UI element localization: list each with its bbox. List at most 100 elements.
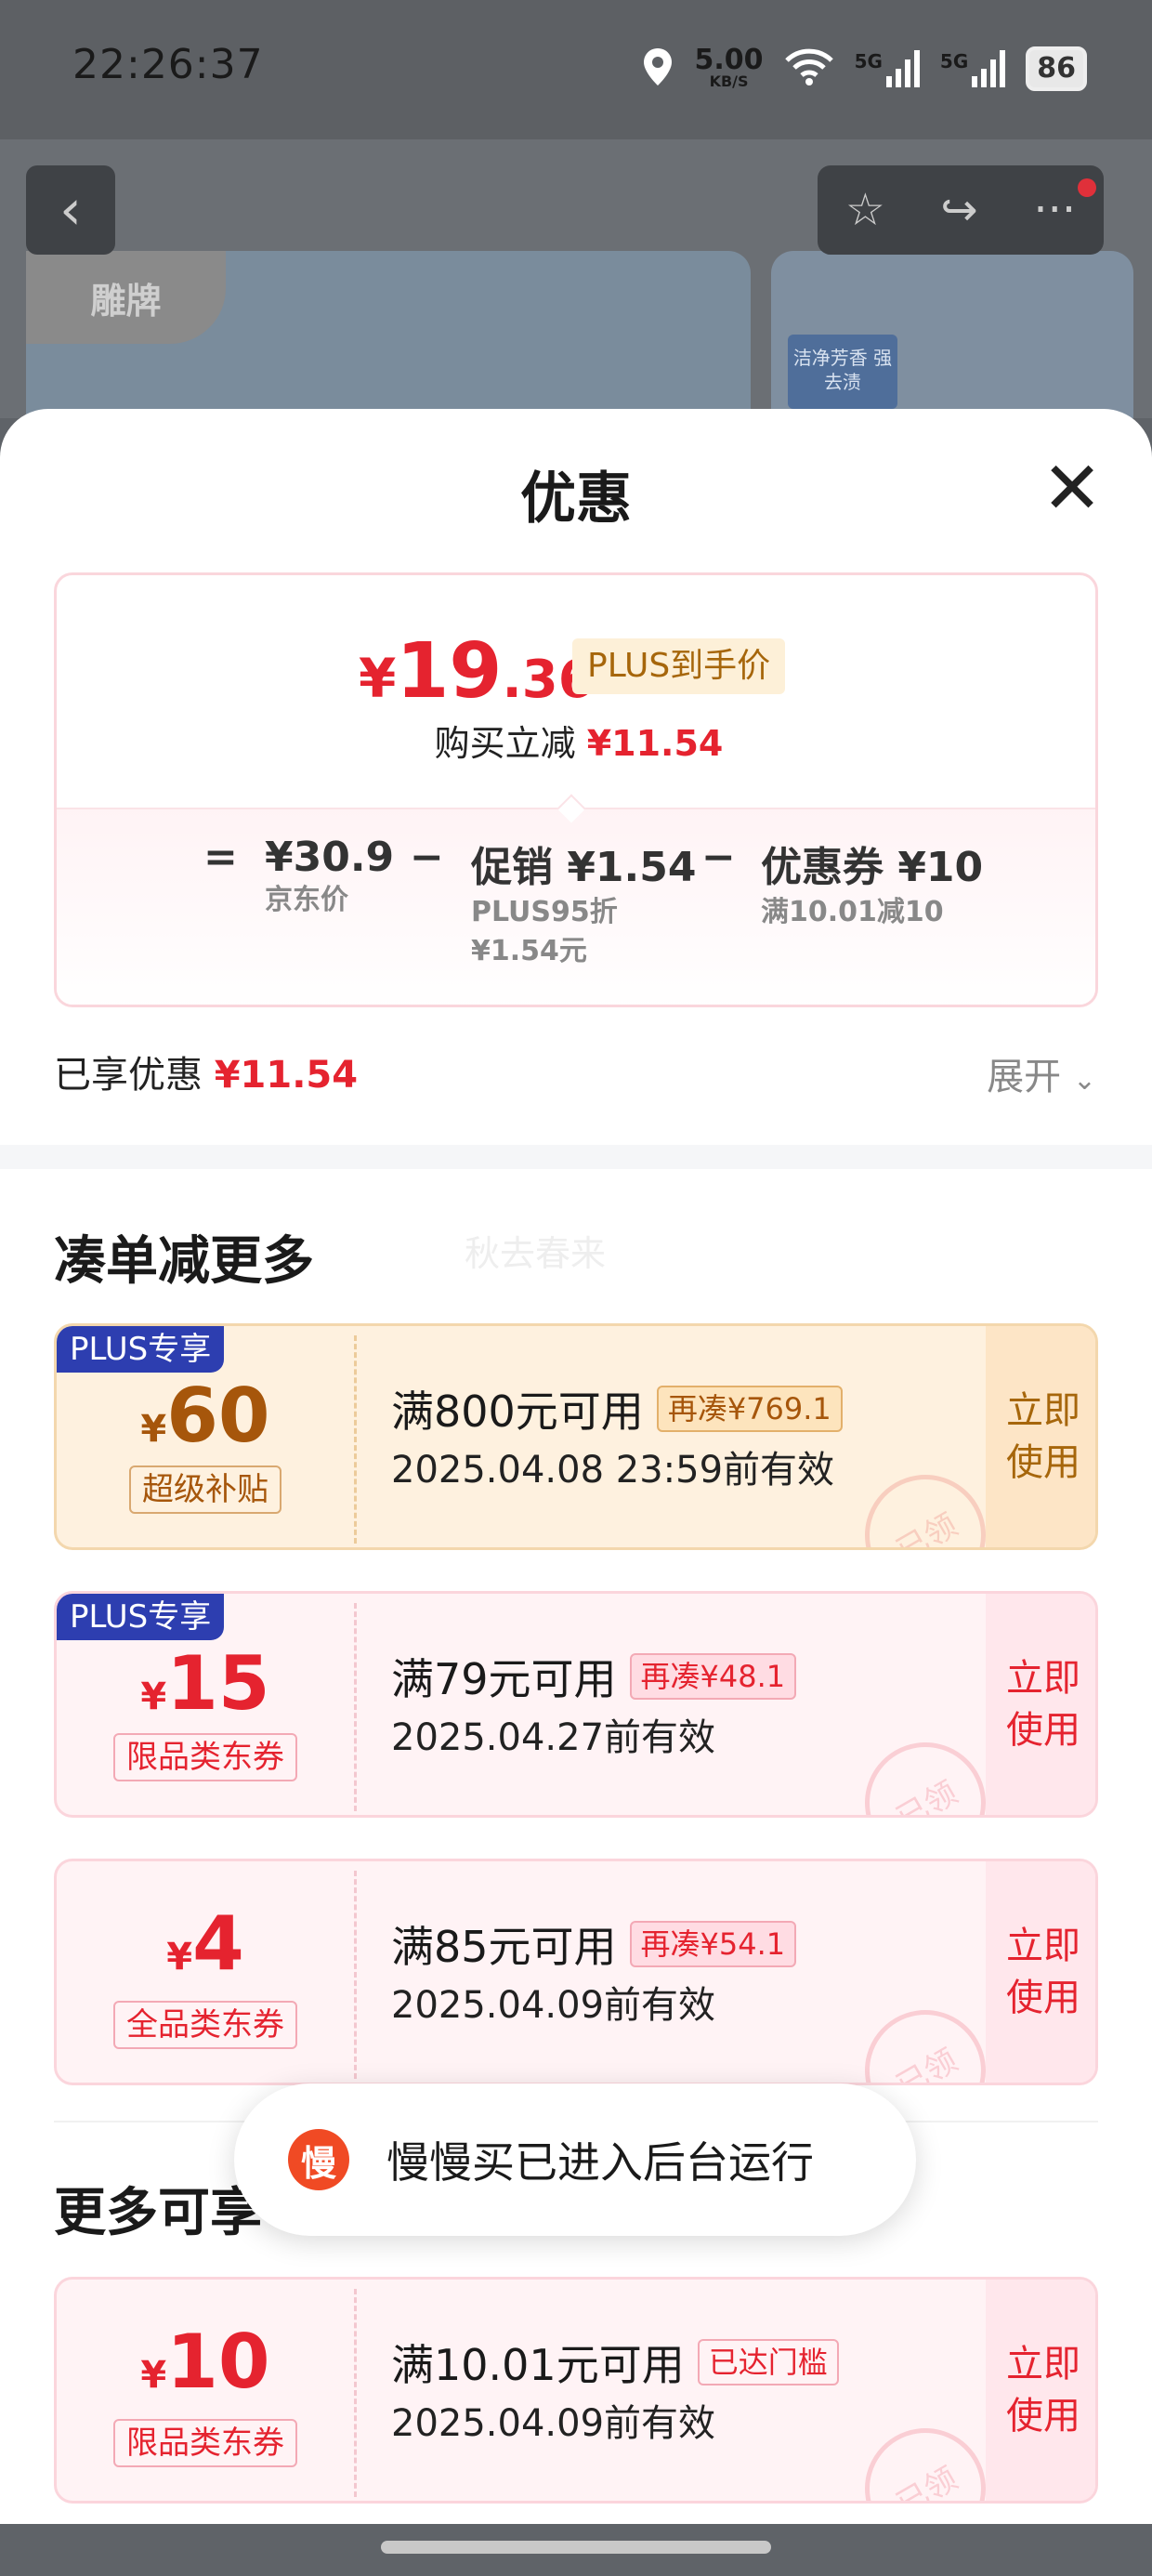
coupon-condition: 满10.01元可用 已达门槛 xyxy=(391,2332,839,2393)
coupon-type: 超级补贴 xyxy=(57,1465,354,1514)
plus-exclusive-badge: PLUS专享 xyxy=(57,1594,225,1640)
signal-icon-1: 5G xyxy=(855,50,920,87)
home-indicator[interactable] xyxy=(381,2541,771,2554)
use-now-label: 立即使用 xyxy=(1006,1925,1080,2019)
promo-amount: 促销 ¥1.54 xyxy=(471,844,697,891)
coupon-value: 15 xyxy=(166,1640,270,1727)
coupon-card: PLUS专享 ¥15 限品类东券 满79元可用 再凑¥48.1 2025.04.2… xyxy=(54,1591,1098,1818)
promo-block: 促销 ¥1.54 PLUS95折 ¥1.54元 xyxy=(471,834,697,971)
coupon-block: 优惠券 ¥10 满10.01减10 xyxy=(761,834,983,932)
jd-price: ¥30.9 xyxy=(265,834,395,881)
price-summary-card: ¥19.36 PLUS到手价 购买立减 ¥11.54 = ¥30.9 京东价 −… xyxy=(54,572,1098,1007)
coupon-yen: ¥ xyxy=(140,1676,167,1718)
section-title-more-savings: 凑单减更多 xyxy=(54,1231,314,1292)
coupon-value: 60 xyxy=(166,1373,270,1459)
chevron-left-icon: ‹ xyxy=(59,177,82,243)
expand-button[interactable]: 展开 ⌄ xyxy=(987,1046,1096,1100)
purchase-reduction: 购买立减 ¥11.54 xyxy=(57,715,1095,766)
minus-sign-2: − xyxy=(701,834,736,881)
final-price: ¥19.36 xyxy=(359,627,595,716)
coupon-type-label: 限品类东券 xyxy=(113,1733,297,1781)
reduction-label: 购买立减 xyxy=(434,723,576,764)
final-price-yen: ¥ xyxy=(359,647,397,710)
signal2-label: 5G xyxy=(939,50,969,72)
coupon-type: 全品类东券 xyxy=(57,2001,354,2049)
app-logo-icon: 慢 xyxy=(288,2129,349,2190)
product-feature-tag: 洁净芳香 强去渍 xyxy=(788,335,897,409)
promo-detail-amount: ¥1.54元 xyxy=(471,935,587,967)
coupon-gap-tag: 再凑¥769.1 xyxy=(656,1386,843,1432)
coupon-gap-tag: 再凑¥54.1 xyxy=(629,1921,797,1967)
coupon-perforation xyxy=(354,2289,357,2497)
coupon-perforation xyxy=(354,1603,357,1811)
coupon-amount: ¥4 xyxy=(57,1902,354,1986)
location-icon xyxy=(641,46,674,91)
coupon-type-label: 限品类东券 xyxy=(113,2419,297,2467)
coupon-value: 4 xyxy=(192,1900,244,1987)
close-icon[interactable]: ✕ xyxy=(1041,453,1104,525)
claimed-stamp: 已领 xyxy=(843,2406,1008,2501)
coupon-type-label: 超级补贴 xyxy=(129,1465,281,1514)
equals-sign: = xyxy=(203,834,238,881)
section-title-more-available: 更多可享 xyxy=(54,2183,262,2243)
share-icon[interactable]: ↪ xyxy=(941,184,978,236)
jd-price-block: ¥30.9 京东价 xyxy=(265,834,394,920)
reduction-amount: ¥11.54 xyxy=(586,723,724,764)
expand-label: 展开 xyxy=(987,1056,1062,1098)
status-time: 22:26:37 xyxy=(72,41,264,88)
use-now-button[interactable]: 立即使用 xyxy=(986,1861,1095,2083)
use-now-label: 立即使用 xyxy=(1006,2343,1080,2438)
sheet-title: 优惠 xyxy=(520,467,632,532)
watermark: 秋去春来 xyxy=(465,1233,607,1274)
minus-sign-1: − xyxy=(410,834,444,881)
chevron-down-icon: ⌄ xyxy=(1072,1064,1096,1097)
coupon-condition-text: 满85元可用 xyxy=(391,1922,617,1972)
coupon-expiry: 2025.04.27前有效 xyxy=(391,1716,716,1759)
coupon-condition-text: 满79元可用 xyxy=(391,1654,617,1704)
favorite-star-icon[interactable]: ☆ xyxy=(845,184,885,236)
coupon-condition-text: 满10.01元可用 xyxy=(391,2340,685,2390)
coupon-yen: ¥ xyxy=(166,1936,193,1978)
coupon-expiry: 2025.04.08 23:59前有效 xyxy=(391,1449,835,1492)
battery-indicator: 86 xyxy=(1026,46,1087,91)
coupon-amount: ¥10 xyxy=(57,2320,354,2404)
use-now-button[interactable]: 立即使用 xyxy=(986,2280,1095,2501)
claimed-stamp: 已领 xyxy=(843,1988,1008,2083)
net-speed: 5.00 KB/S xyxy=(695,46,764,90)
coupon-yen: ¥ xyxy=(140,1408,167,1451)
plus-exclusive-badge: PLUS专享 xyxy=(57,1326,225,1373)
use-now-button[interactable]: 立即使用 xyxy=(986,1326,1095,1547)
use-now-label: 立即使用 xyxy=(1006,1657,1080,1752)
coupon-condition: 满79元可用 再凑¥48.1 xyxy=(391,1646,797,1707)
coupon-value: 10 xyxy=(166,2319,270,2405)
plus-price-tag: PLUS到手价 xyxy=(572,638,786,694)
coupon-amount: ¥15 xyxy=(57,1642,354,1726)
signal1-label: 5G xyxy=(854,50,883,72)
threshold-reached-tag: 已达门槛 xyxy=(697,2339,839,2385)
claimed-stamp: 已领 xyxy=(843,1720,1008,1815)
coupon-yen: ¥ xyxy=(140,2354,167,2397)
notification-dot xyxy=(1078,178,1096,197)
coupon-card: ¥10 限品类东券 满10.01元可用 已达门槛 2025.04.09前有效 已领… xyxy=(54,2277,1098,2504)
enjoyed-label: 已享优惠 xyxy=(54,1054,203,1097)
more-icon[interactable]: ··· xyxy=(1033,184,1076,236)
coupon-amount: 优惠券 ¥10 xyxy=(761,844,984,891)
back-button[interactable]: ‹ xyxy=(26,165,115,255)
coupon-expiry: 2025.04.09前有效 xyxy=(391,2402,716,2445)
toast-message: 慢慢买已进入后台运行 xyxy=(386,2137,814,2188)
coupon-card: ¥4 全品类东券 满85元可用 再凑¥54.1 2025.04.09前有效 已领 … xyxy=(54,1859,1098,2085)
background-running-toast: 慢 慢慢买已进入后台运行 xyxy=(234,2083,916,2236)
promo-detail: PLUS95折 xyxy=(471,896,618,928)
coupon-perforation xyxy=(354,1335,357,1544)
coupon-type: 限品类东券 xyxy=(57,1733,354,1781)
use-now-button[interactable]: 立即使用 xyxy=(986,1594,1095,1815)
enjoyed-amount: ¥11.54 xyxy=(214,1054,359,1097)
coupon-expiry: 2025.04.09前有效 xyxy=(391,1984,716,2027)
coupon-condition: 满10.01减10 xyxy=(761,896,944,928)
coupon-perforation xyxy=(354,1871,357,2079)
coupon-condition: 满85元可用 再凑¥54.1 xyxy=(391,1913,797,1975)
coupon-condition-text: 满800元可用 xyxy=(391,1387,644,1437)
claimed-stamp: 已领 xyxy=(843,1452,1008,1547)
coupon-type: 限品类东券 xyxy=(57,2419,354,2467)
coupon-type-label: 全品类东券 xyxy=(113,2001,297,2049)
